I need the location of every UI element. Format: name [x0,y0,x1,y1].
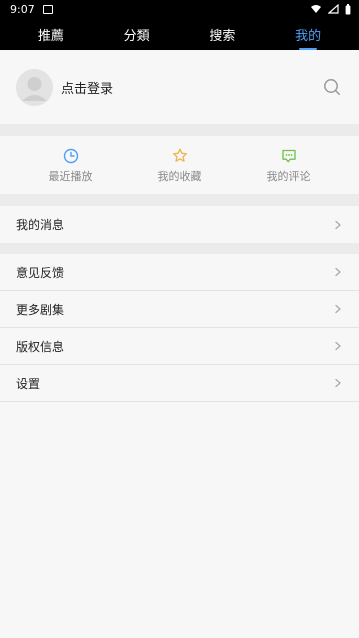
profile-header: 点击登录 [0,50,359,124]
status-right [310,3,351,15]
more-series-row[interactable]: 更多剧集 [0,291,359,328]
copyright-row[interactable]: 版权信息 [0,328,359,365]
section-divider [0,243,359,254]
tab-search[interactable]: 搜索 [189,18,255,50]
messages-section: 我的消息 [0,206,359,243]
quick-actions: 最近播放 我的收藏 我的评论 [0,136,359,194]
battery-icon [345,3,351,14]
status-left: 9:07 [10,3,53,16]
chevron-right-icon [335,267,341,277]
top-tab-bar: 推薦 分類 搜索 我的 [0,18,359,50]
settings-section: 意见反馈 更多剧集 版权信息 设置 [0,254,359,402]
tab-categories[interactable]: 分類 [104,18,170,50]
status-time: 9:07 [10,2,35,16]
recent-playback-label: 最近播放 [48,169,93,183]
chevron-right-icon [335,220,341,229]
status-bar: 9:07 [0,0,359,18]
feedback-label: 意见反馈 [16,265,65,280]
my-favorites-label: 我的收藏 [157,169,202,183]
settings-label: 设置 [16,376,41,391]
my-messages-label: 我的消息 [16,218,65,232]
more-series-label: 更多剧集 [16,302,65,317]
chevron-right-icon [335,304,341,314]
chevron-right-icon [335,378,341,388]
avatar[interactable] [16,68,53,106]
search-icon[interactable] [321,76,343,98]
my-favorites-button[interactable]: 我的收藏 [141,147,219,184]
my-comments-label: 我的评论 [266,169,311,183]
profile-left[interactable]: 点击登录 [16,68,113,106]
chevron-right-icon [335,341,341,351]
tab-mine[interactable]: 我的 [275,18,341,50]
star-icon [172,148,187,162]
feedback-row[interactable]: 意见反馈 [0,254,359,291]
copyright-label: 版权信息 [16,339,65,354]
section-divider [0,124,359,136]
section-divider [0,194,359,206]
clock-icon [63,148,78,163]
login-link[interactable]: 点击登录 [61,78,113,97]
notification-icon [42,4,53,14]
page-background [0,402,359,636]
settings-row[interactable]: 设置 [0,365,359,402]
recent-playback-button[interactable]: 最近播放 [32,147,110,184]
avatar-placeholder-icon [16,68,53,106]
tab-recommend[interactable]: 推薦 [18,18,84,50]
my-messages-row[interactable]: 我的消息 [0,206,359,243]
signal-icon [328,4,339,14]
screen: 9:07 推薦 分類 搜索 我的 点击登录 最近播放 我的收藏 我的评论 我的消… [0,0,359,638]
wifi-icon [311,5,321,13]
my-comments-button[interactable]: 我的评论 [250,147,328,184]
comment-icon [281,149,296,162]
